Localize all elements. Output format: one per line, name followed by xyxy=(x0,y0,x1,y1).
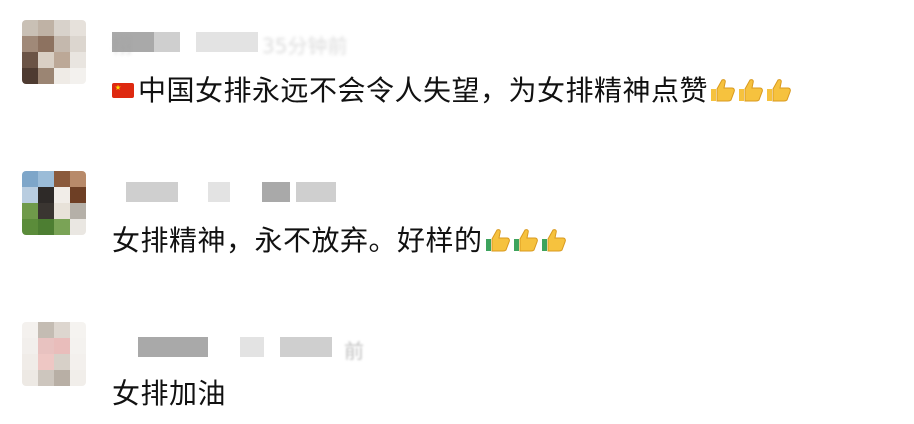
comment-text: 女排加油 xyxy=(112,377,227,410)
comment-text-row: 女排加油 xyxy=(112,377,226,411)
avatar[interactable] xyxy=(22,322,86,386)
thumbs-up-icon xyxy=(711,79,735,102)
username-redacted xyxy=(154,32,180,52)
thumbs-up-icon xyxy=(739,79,763,102)
comment-text-row: 女排精神，永不放弃。好样的 xyxy=(112,224,567,258)
china-flag-icon xyxy=(112,82,134,98)
avatar[interactable] xyxy=(22,20,86,84)
timestamp: 前 xyxy=(344,339,364,363)
username-redacted xyxy=(280,337,332,357)
username-redacted xyxy=(262,182,290,202)
username-redacted xyxy=(196,32,258,52)
comment-text: 中国女排永远不会令人失望，为女排精神点赞 xyxy=(138,74,709,107)
username-redacted xyxy=(240,337,264,357)
comment-meta: 前 xyxy=(112,333,382,363)
username-redacted xyxy=(208,182,230,202)
username-redacted[interactable] xyxy=(126,182,178,202)
thumbs-up-icon xyxy=(513,229,538,252)
timestamp: 35分钟前 xyxy=(262,34,348,58)
username[interactable]: 栩 xyxy=(112,30,132,59)
thumbs-up-icon xyxy=(767,79,791,102)
thumbs-up-icon xyxy=(485,229,510,252)
comment-meta xyxy=(112,178,382,204)
comment-text: 女排精神，永不放弃。好样的 xyxy=(112,224,483,257)
comment-text-row: 中国女排永远不会令人失望，为女排精神点赞 xyxy=(112,74,792,108)
thumbs-up-icon xyxy=(541,229,566,252)
avatar[interactable] xyxy=(22,171,86,235)
comment-meta: 栩 35分钟前 xyxy=(112,28,382,58)
username-redacted xyxy=(296,182,336,202)
username-redacted[interactable] xyxy=(138,337,208,357)
